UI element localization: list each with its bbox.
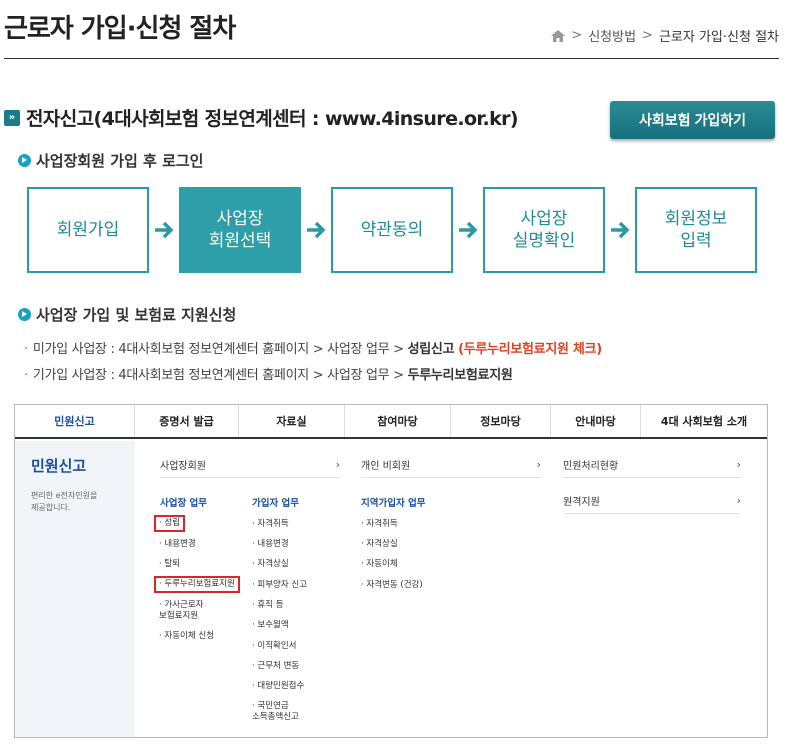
apply-heading-text: 사업장 가입 및 보험료 지원신청 [36,306,237,324]
menu-item[interactable]: · 내용변경 [159,539,196,550]
group-title-region: 지역가입자 업무 [361,498,426,509]
step-signup: 회원가입 [27,187,149,273]
gnb-item[interactable]: 안내마당 [551,405,641,437]
title-divider [4,58,779,59]
chevron-right-icon: › [736,458,741,471]
step-select-member: 사업장 회원선택 [179,187,301,273]
home-icon[interactable] [551,29,566,42]
menu-item[interactable]: · 자동이체 신청 [159,631,214,642]
menu-link-biz-member[interactable]: 사업장회원 › [160,452,340,478]
join-insurance-button[interactable]: 사회보험 가입하기 [610,101,775,139]
chevron-right-icon: › [335,458,340,471]
menu-item[interactable]: · 자격취득 [361,519,398,530]
step-member-info: 회원정보 입력 [635,187,757,273]
gnb-item[interactable]: 민원신고 [15,405,135,437]
global-nav: 민원신고 증명서 발급 자료실 참여마당 정보마당 안내마당 4대 사회보험 소… [15,405,767,439]
menu-item[interactable]: · 국민연금 소득총액신고 [252,701,299,723]
menu-item[interactable]: · 자격변동 (건강) [361,580,423,591]
side-desc: 편리한 e전자민원을 제공합니다. [31,491,98,512]
gnb-item[interactable]: 4대 사회보험 소개 [641,405,767,437]
gnb-item[interactable]: 정보마당 [451,405,551,437]
breadcrumb-item[interactable]: 신청방법 [588,26,636,45]
menu-item[interactable]: · 내용변경 [252,539,289,550]
mega-columns: 사업장회원 › 개인 비회원 › 민원처리현황 › 원격지원 › 사업장 업무 가입자 … [135,441,767,737]
step-verify: 사업장 실명확인 [483,187,605,273]
gnb-item[interactable]: 자료실 [239,405,345,437]
dot-bullet: · [24,342,28,357]
menu-item[interactable]: · 가사근로자 보험료지원 [159,600,204,622]
page-title: 근로자 가입·신청 절차 [4,14,236,44]
step-terms: 약관동의 [331,187,453,273]
menu-item[interactable]: · 이직확인서 [252,641,297,652]
apply-heading: 사업장 가입 및 보험료 지원신청 [18,304,236,325]
menu-item[interactable]: · 보수월액 [252,620,289,631]
dot-bullet: · [24,368,28,383]
menu-item[interactable]: · 자격상실 [361,539,398,550]
chevron-right-icon: › [536,458,541,471]
menu-item[interactable]: · 근무처 변동 [252,661,299,672]
gnb-item[interactable]: 참여마당 [345,405,451,437]
menu-item[interactable]: · 대량민원접수 [252,681,304,692]
info-line-existing: · 기가입 사업장 : 4대사회보험 정보연계센터 홈페이지 > 사업장 업무 >… [24,368,513,383]
mega-side: 민원신고 편리한 e전자민원을 제공합니다. [15,441,135,737]
play-bullet-icon [18,154,31,167]
chevron-right-icon: > [642,28,653,43]
login-heading-text: 사업장회원 가입 후 로그인 [36,152,204,170]
menu-link-remote[interactable]: 원격지원 › [563,488,741,514]
menu-item[interactable]: · 자격취득 [252,519,289,530]
menu-item[interactable]: · 자동이체 [361,559,398,570]
menu-item-establish[interactable]: · 성립 [153,515,186,532]
breadcrumb-current: 근로자 가입·신청 절차 [658,30,779,45]
side-title: 민원신고 [31,457,87,475]
chevron-right-icon: > [571,28,583,43]
chevron-right-icon: › [736,494,741,507]
menu-link-nonmember[interactable]: 개인 비회원 › [361,452,541,478]
group-title-sub: 가입자 업무 [252,498,300,509]
menu-item[interactable]: · 탈퇴 [159,559,180,570]
gnb-item[interactable]: 증명서 발급 [135,405,239,437]
arrow-right-icon [301,215,331,245]
menu-item[interactable]: · 휴직 등 [252,600,284,611]
double-arrow-icon: » [4,109,20,126]
site-menu-screenshot: 민원신고 증명서 발급 자료실 참여마당 정보마당 안내마당 4대 사회보험 소… [14,404,768,738]
menu-item[interactable]: · 자격상실 [252,559,289,570]
menu-link-status[interactable]: 민원처리현황 › [563,452,741,478]
mega-menu: 민원신고 편리한 e전자민원을 제공합니다. 사업장회원 › 개인 비회원 › 민원… [15,441,767,737]
login-heading: 사업장회원 가입 후 로그인 [18,150,203,171]
info-line-new: · 미가입 사업장 : 4대사회보험 정보연계센터 홈페이지 > 사업장 업무 >… [24,342,602,357]
arrow-right-icon [149,215,179,245]
group-title-biz: 사업장 업무 [160,498,208,509]
menu-item[interactable]: · 피부양자 신고 [252,580,307,591]
breadcrumb: > 신청방법 > 근로자 가입·신청 절차 [551,26,779,45]
menu-item-durunuri[interactable]: · 두루누리보험료지원 [154,576,240,593]
section-title: 전자신고(4대사회보험 정보연계센터 : www.4insure.or.kr) [26,108,519,130]
arrow-right-icon [605,215,635,245]
signup-steps: 회원가입 사업장 회원선택 약관동의 사업장 실명확인 회원정보 입력 [27,187,757,273]
section-heading: » 전자신고(4대사회보험 정보연계센터 : www.4insure.or.kr… [4,104,519,131]
play-bullet-icon [18,308,31,321]
arrow-right-icon [453,215,483,245]
